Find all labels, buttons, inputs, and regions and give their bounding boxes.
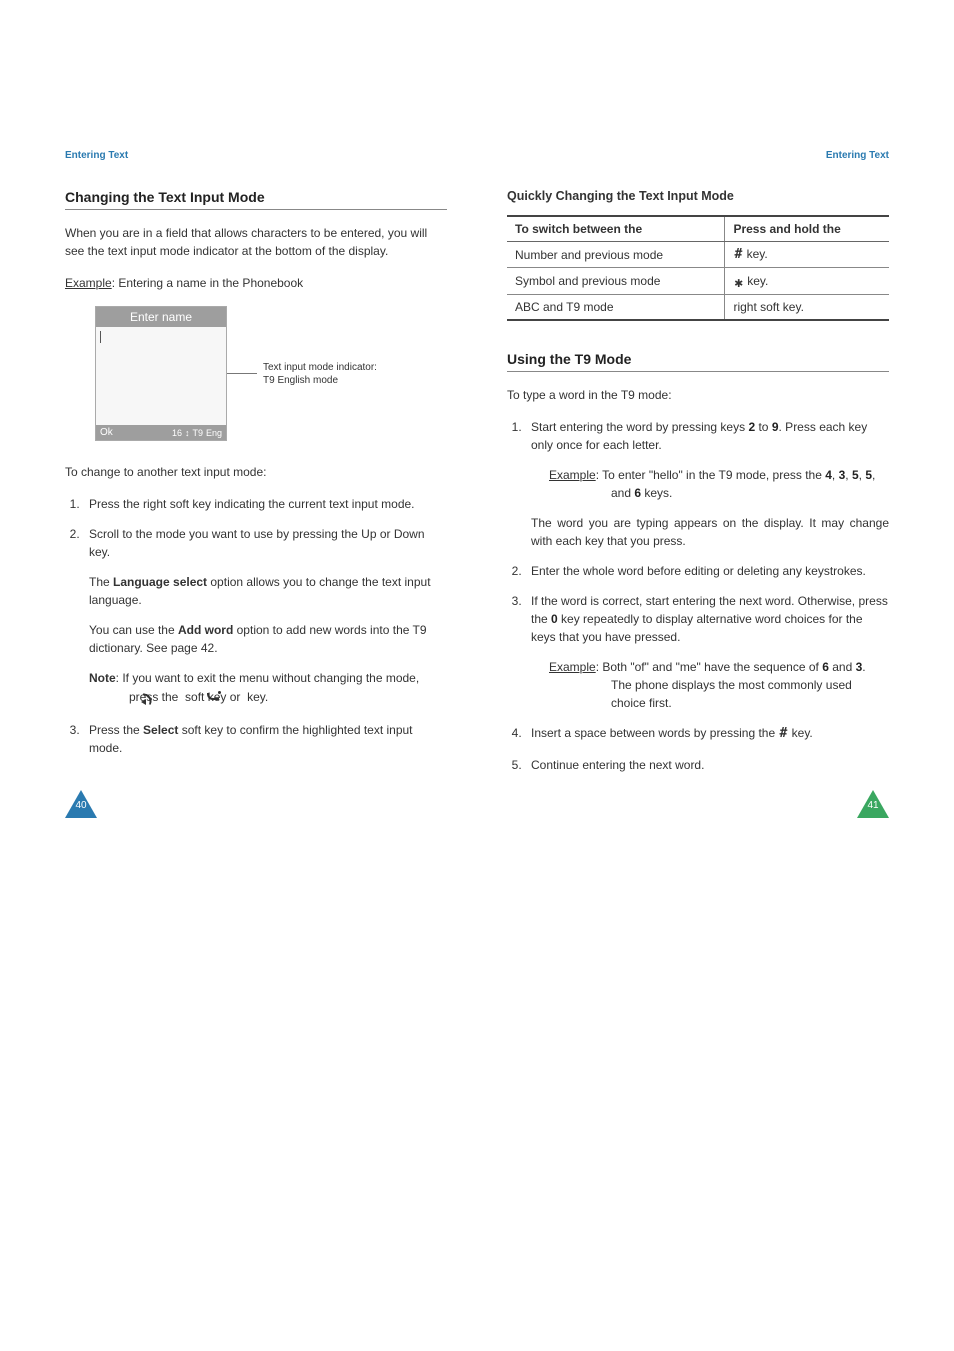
t9-step-2: Enter the whole word before editing or d…: [525, 562, 889, 580]
ex1-k4: 4: [825, 468, 832, 482]
intro-paragraph: When you are in a field that allows char…: [65, 224, 447, 260]
steps-list-left: Press the right soft key indicating the …: [65, 495, 447, 757]
example-line: Example: Entering a name in the Phoneboo…: [65, 274, 447, 292]
section-header-right: Entering Text: [507, 150, 889, 161]
s4b: key.: [788, 726, 812, 740]
phone-softkey-bar: Ok 16 ↕ T9 Eng: [96, 425, 226, 440]
example-label-1: Example: [549, 468, 596, 482]
s1a: Start entering the word by pressing keys: [531, 420, 748, 434]
t9-step-5: Continue entering the next word.: [525, 756, 889, 774]
ex1a: : To enter "hello" in the T9 mode, press…: [596, 468, 826, 482]
example-label-2: Example: [549, 660, 596, 674]
example-label: Example: [65, 276, 112, 290]
row1-suffix: key.: [743, 247, 767, 261]
phone-screen: Enter name Ok 16 ↕ T9 Eng: [95, 306, 227, 441]
row2-suffix: key.: [744, 274, 768, 288]
ex2-k6: 6: [822, 660, 829, 674]
add-pre: You can use the: [89, 623, 178, 637]
heading-t9-mode: Using the T9 Mode: [507, 351, 889, 372]
th-switch: To switch between the: [507, 216, 725, 242]
note-key2: key.: [244, 690, 268, 704]
t9-indicator: T9: [192, 428, 203, 438]
ex1-end: keys.: [641, 486, 672, 500]
phone-body: [96, 327, 226, 425]
language-select-bold: Language select: [113, 575, 207, 589]
row3-key: right soft key.: [725, 295, 889, 321]
th-press: Press and hold the: [725, 216, 889, 242]
step-3: Press the Select soft key to confirm the…: [83, 721, 447, 757]
t9-step-4: Insert a space between words by pressing…: [525, 724, 889, 744]
key-0: 0: [551, 612, 558, 626]
page-num-41: 41: [865, 800, 881, 811]
table-row: Symbol and previous mode ✱ key.: [507, 268, 889, 295]
hash-key-icon-2: #: [778, 724, 788, 744]
s1mid: to: [755, 420, 772, 434]
mode-table: To switch between the Press and hold the…: [507, 215, 889, 321]
select-bold: Select: [143, 723, 178, 737]
section-header-left: Entering Text: [65, 150, 447, 161]
caption-line2: T9 English mode: [263, 375, 338, 386]
t9-intro: To type a word in the T9 mode:: [507, 386, 889, 404]
row3-mode: ABC and T9 mode: [507, 295, 725, 321]
key-9: 9: [772, 420, 779, 434]
step3-pre: Press the: [89, 723, 143, 737]
phone-figure: Enter name Ok 16 ↕ T9 Eng Text input mod…: [95, 306, 447, 441]
ex1-k3: 3: [839, 468, 846, 482]
row2-key: ✱ key.: [725, 268, 889, 295]
page-num-40: 40: [73, 800, 89, 811]
star-key-icon: ✱: [733, 275, 743, 291]
updown-icon: ↕: [185, 428, 190, 438]
callout-line: [227, 373, 257, 374]
lang-indicator: Eng: [206, 428, 222, 438]
hash-key-icon: #: [733, 247, 743, 262]
lang-pre: The: [89, 575, 113, 589]
softkey-center: 16 ↕ T9 Eng: [172, 428, 222, 438]
subheading-quick-change: Quickly Changing the Text Input Mode: [507, 189, 889, 203]
steps-list-right: Start entering the word by pressing keys…: [507, 418, 889, 774]
note-bold: Note: [89, 671, 116, 685]
ex1-k5b: 5: [865, 468, 872, 482]
heading-changing-mode: Changing the Text Input Mode: [65, 189, 447, 210]
char-count: 16: [172, 428, 182, 438]
left-page: Entering Text Changing the Text Input Mo…: [65, 150, 447, 788]
s1-note: The word you are typing appears on the d…: [531, 514, 889, 550]
right-page: Entering Text Quickly Changing the Text …: [507, 150, 889, 788]
change-intro: To change to another text input mode:: [65, 463, 447, 481]
add-word-bold: Add word: [178, 623, 233, 637]
softkey-left: Ok: [100, 427, 113, 438]
page-number-left: 40: [65, 790, 97, 818]
ex2a: : Both "of" and "me" have the sequence o…: [596, 660, 823, 674]
page-spread: Entering Text Changing the Text Input Mo…: [0, 0, 954, 848]
t9-step-1: Start entering the word by pressing keys…: [525, 418, 889, 550]
t9-step-3: If the word is correct, start entering t…: [525, 592, 889, 712]
table-row: ABC and T9 mode right soft key.: [507, 295, 889, 321]
example-text: : Entering a name in the Phonebook: [112, 276, 303, 290]
row2-mode: Symbol and previous mode: [507, 268, 725, 295]
ex1-k5a: 5: [852, 468, 859, 482]
row1-key: # key.: [725, 242, 889, 268]
caption-line1: Text input mode indicator:: [263, 362, 377, 373]
s3b: key repeatedly to display alternative wo…: [531, 612, 863, 644]
s4a: Insert a space between words by pressing…: [531, 726, 778, 740]
text-cursor: [100, 331, 101, 343]
step-2: Scroll to the mode you want to use by pr…: [83, 525, 447, 707]
table-row: Number and previous mode # key.: [507, 242, 889, 268]
phone-title: Enter name: [96, 307, 226, 327]
phone-caption: Text input mode indicator: T9 English mo…: [263, 361, 377, 387]
page-number-right: 41: [857, 790, 889, 818]
table-header-row: To switch between the Press and hold the: [507, 216, 889, 242]
step-2-text: Scroll to the mode you want to use by pr…: [89, 527, 425, 559]
row1-mode: Number and previous mode: [507, 242, 725, 268]
step-1: Press the right soft key indicating the …: [83, 495, 447, 513]
ex2-and: and: [829, 660, 856, 674]
